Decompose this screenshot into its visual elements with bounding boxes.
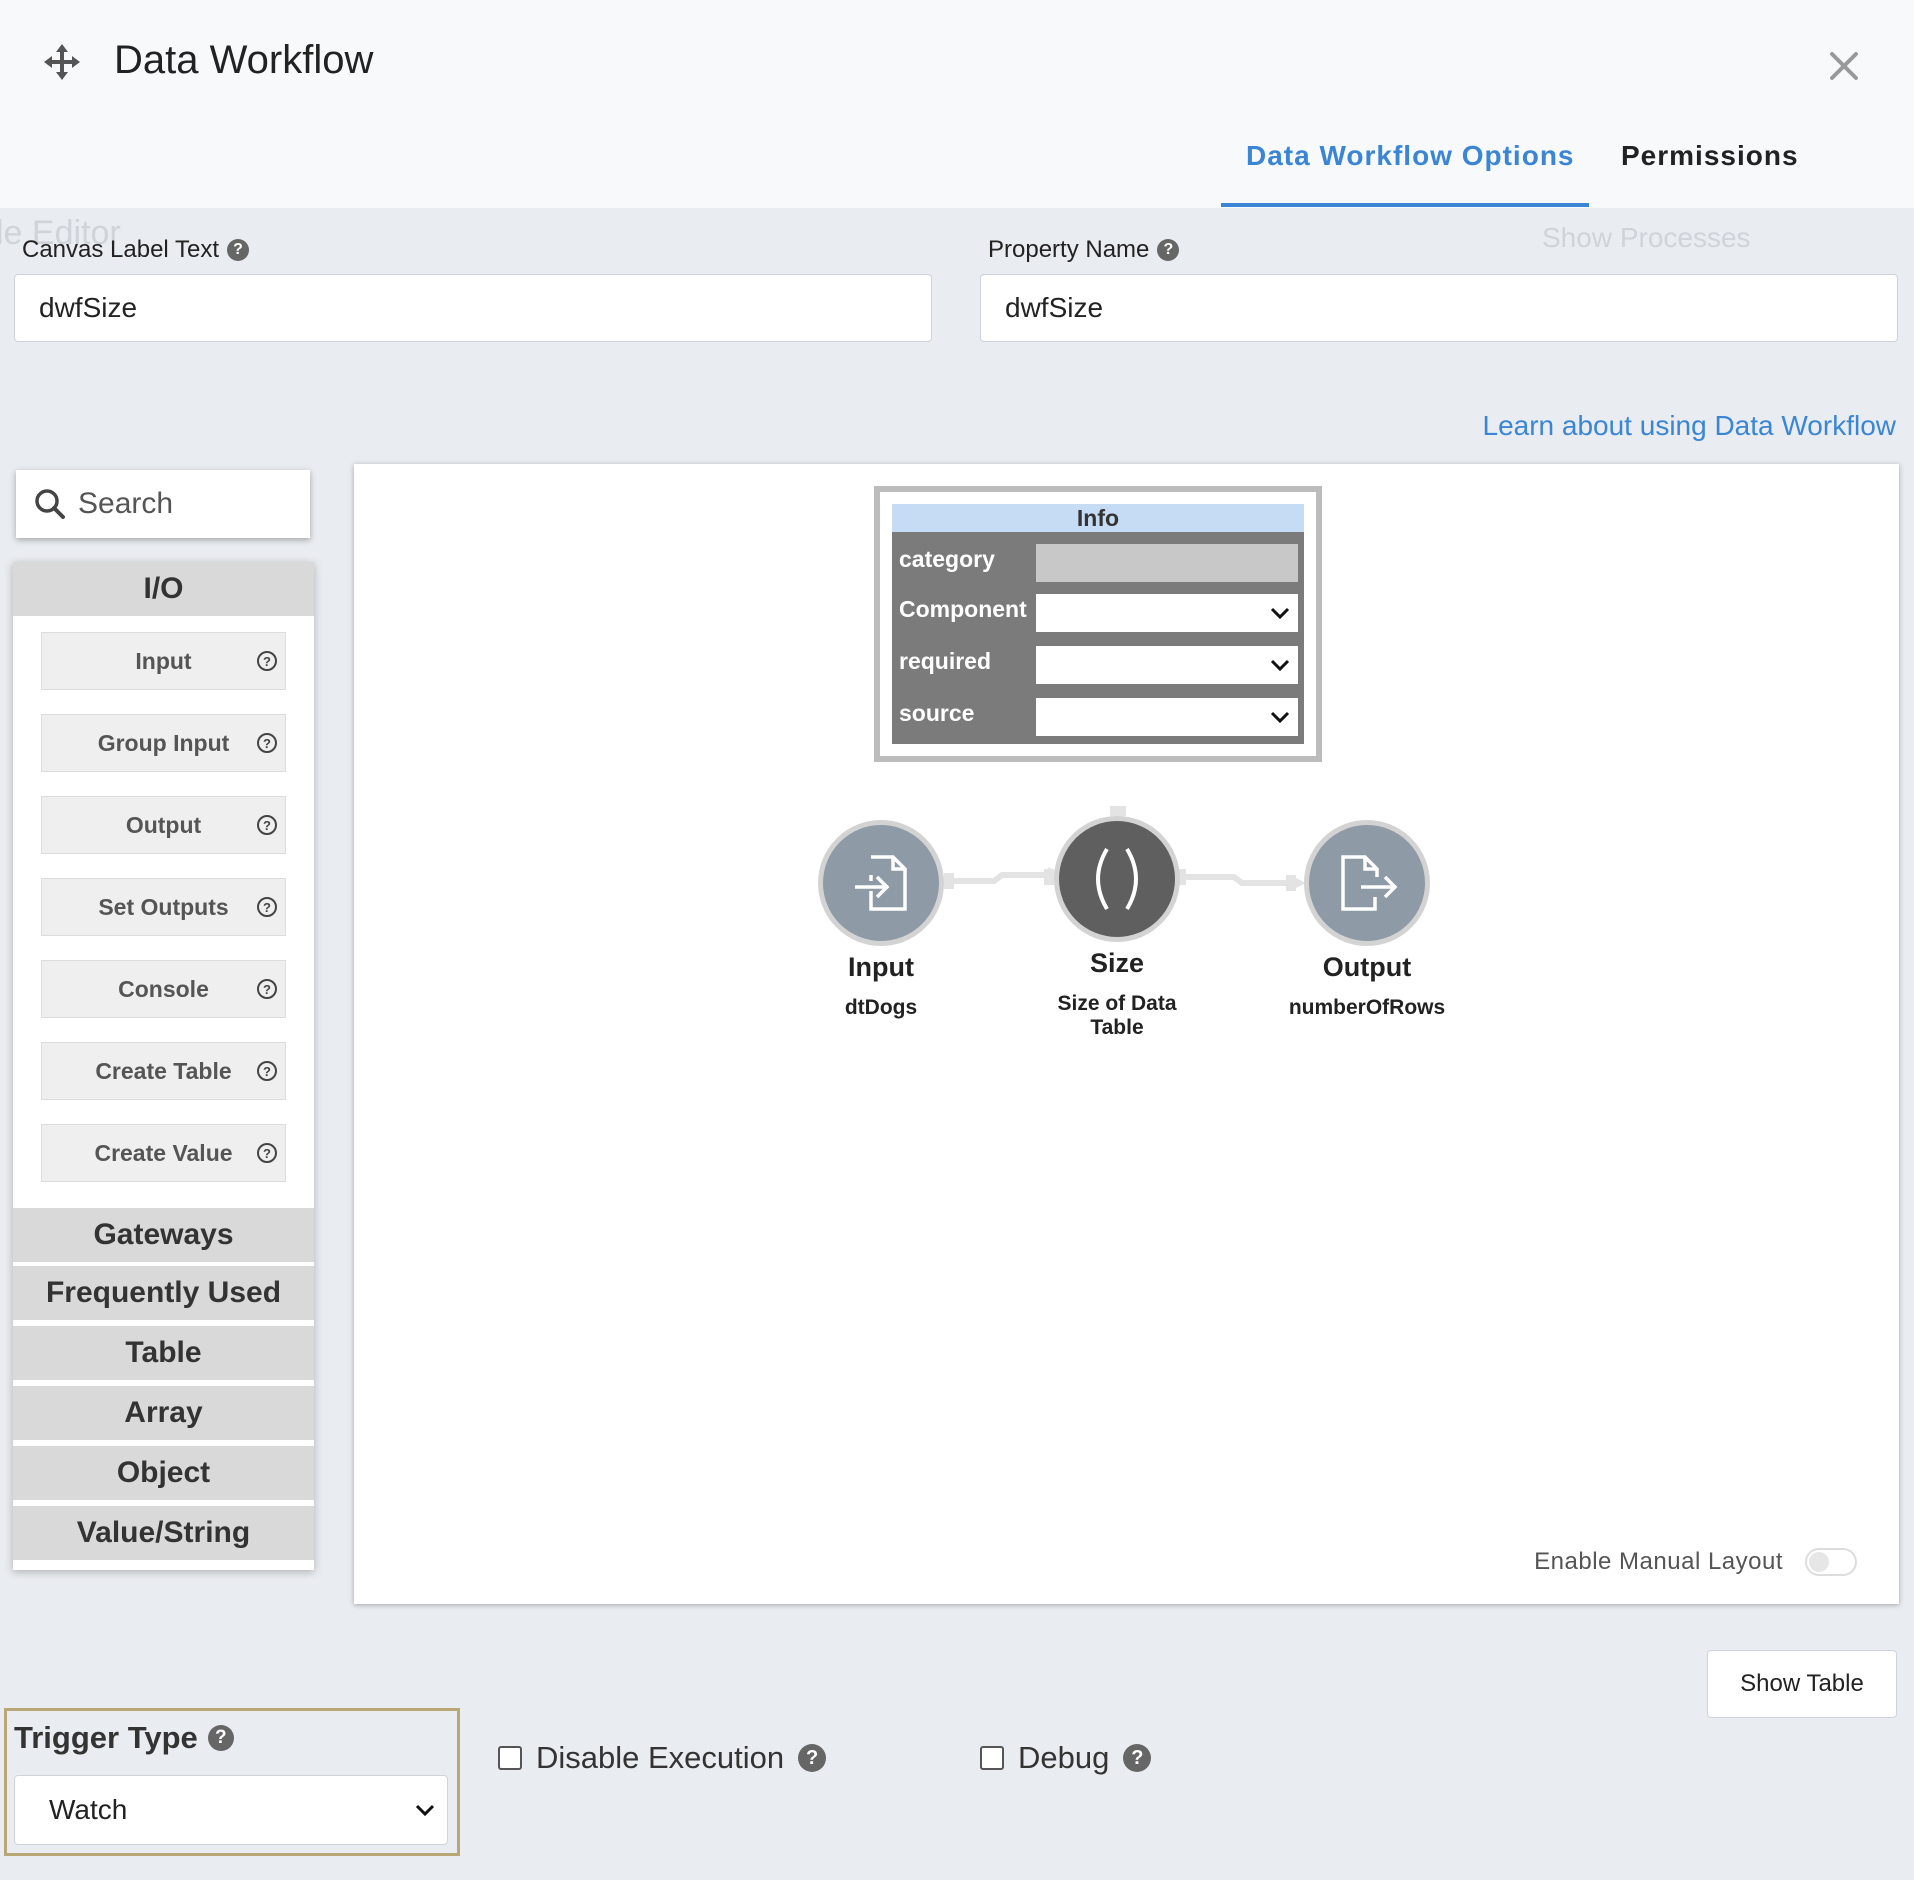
learn-data-workflow-link[interactable]: Learn about using Data Workflow [1483, 410, 1897, 442]
property-name-input[interactable]: dwfSize [980, 274, 1898, 342]
info-icon[interactable]: ? [257, 897, 277, 917]
trigger-type-label: Trigger Type ? [14, 1720, 234, 1756]
canvas-label-text-input[interactable]: dwfSize [14, 274, 932, 342]
enable-manual-layout-label: Enable Manual Layout [1534, 1548, 1783, 1575]
output-node-title: Output [1322, 952, 1412, 982]
property-name-label: Property Name ? [988, 236, 1180, 264]
size-node[interactable] [1054, 816, 1180, 942]
help-icon[interactable]: ? [1123, 1744, 1152, 1772]
dialog-title: Data Workflow [114, 38, 374, 82]
input-node-title: Input [848, 952, 914, 982]
trigger-type-select[interactable]: Watch [14, 1775, 448, 1845]
enable-manual-layout-toggle[interactable] [1805, 1548, 1857, 1576]
help-icon[interactable]: ? [207, 1725, 234, 1751]
category-value-string[interactable]: Value/String [13, 1502, 314, 1560]
disable-execution-checkbox-group: Disable Execution ? [498, 1740, 827, 1776]
node-search-input[interactable]: Search [16, 470, 310, 538]
palette-item-console[interactable]: Console ? [41, 960, 286, 1018]
dialog-header: Data Workflow Data Workflow Options Perm… [0, 0, 1914, 208]
search-icon [35, 489, 65, 519]
canvas-label-text-label: Canvas Label Text ? [22, 236, 250, 264]
palette-item-group-input[interactable]: Group Input ? [41, 714, 286, 772]
size-node-subtitle: Size of Data Table [1057, 992, 1177, 1039]
info-icon[interactable]: ? [257, 815, 277, 835]
help-icon[interactable]: ? [798, 1744, 827, 1772]
category-table[interactable]: Table [13, 1322, 314, 1380]
info-icon[interactable]: ? [257, 1061, 277, 1081]
disable-execution-checkbox[interactable] [498, 1746, 522, 1770]
file-export-icon [1341, 855, 1398, 911]
info-icon[interactable]: ? [257, 1143, 277, 1163]
debug-checkbox[interactable] [980, 1746, 1004, 1770]
show-table-button[interactable]: Show Table [1707, 1650, 1897, 1718]
info-icon[interactable]: ? [257, 979, 277, 999]
ghost-show-processes: Show Processes [1542, 222, 1751, 253]
category-gateways[interactable]: Gateways [13, 1208, 314, 1262]
help-icon[interactable]: ? [1157, 239, 1180, 261]
help-icon[interactable]: ? [227, 239, 250, 261]
chevron-down-icon [415, 1804, 435, 1817]
input-node[interactable] [818, 820, 944, 946]
category-io[interactable]: I/O [13, 562, 314, 616]
node-palette: I/O Input ? Group Input ? Output ? Set O… [13, 562, 314, 1570]
info-icon[interactable]: ? [257, 733, 277, 753]
palette-item-create-value[interactable]: Create Value ? [41, 1124, 286, 1182]
move-icon[interactable] [44, 44, 80, 80]
input-node-subtitle: dtDogs [844, 996, 918, 1019]
palette-item-input[interactable]: Input ? [41, 632, 286, 690]
category-object[interactable]: Object [13, 1442, 314, 1500]
category-frequently-used[interactable]: Frequently Used [13, 1262, 314, 1320]
file-import-icon [855, 855, 907, 911]
palette-item-create-table[interactable]: Create Table ? [41, 1042, 286, 1100]
size-node-title: Size [1089, 948, 1145, 978]
output-node[interactable] [1304, 820, 1430, 946]
workflow-canvas[interactable]: Info category Component required source [354, 464, 1899, 1604]
active-tab-indicator [1221, 203, 1589, 207]
tab-permissions[interactable]: Permissions [1621, 140, 1799, 172]
output-node-subtitle: numberOfRows [1288, 996, 1446, 1019]
category-array[interactable]: Array [13, 1382, 314, 1440]
info-icon[interactable]: ? [257, 651, 277, 671]
tab-data-workflow-options[interactable]: Data Workflow Options [1246, 140, 1575, 172]
debug-checkbox-group: Debug ? [980, 1740, 1152, 1776]
palette-item-output[interactable]: Output ? [41, 796, 286, 854]
parentheses-icon [1096, 847, 1138, 911]
close-icon[interactable] [1826, 48, 1862, 84]
palette-item-set-outputs[interactable]: Set Outputs ? [41, 878, 286, 936]
